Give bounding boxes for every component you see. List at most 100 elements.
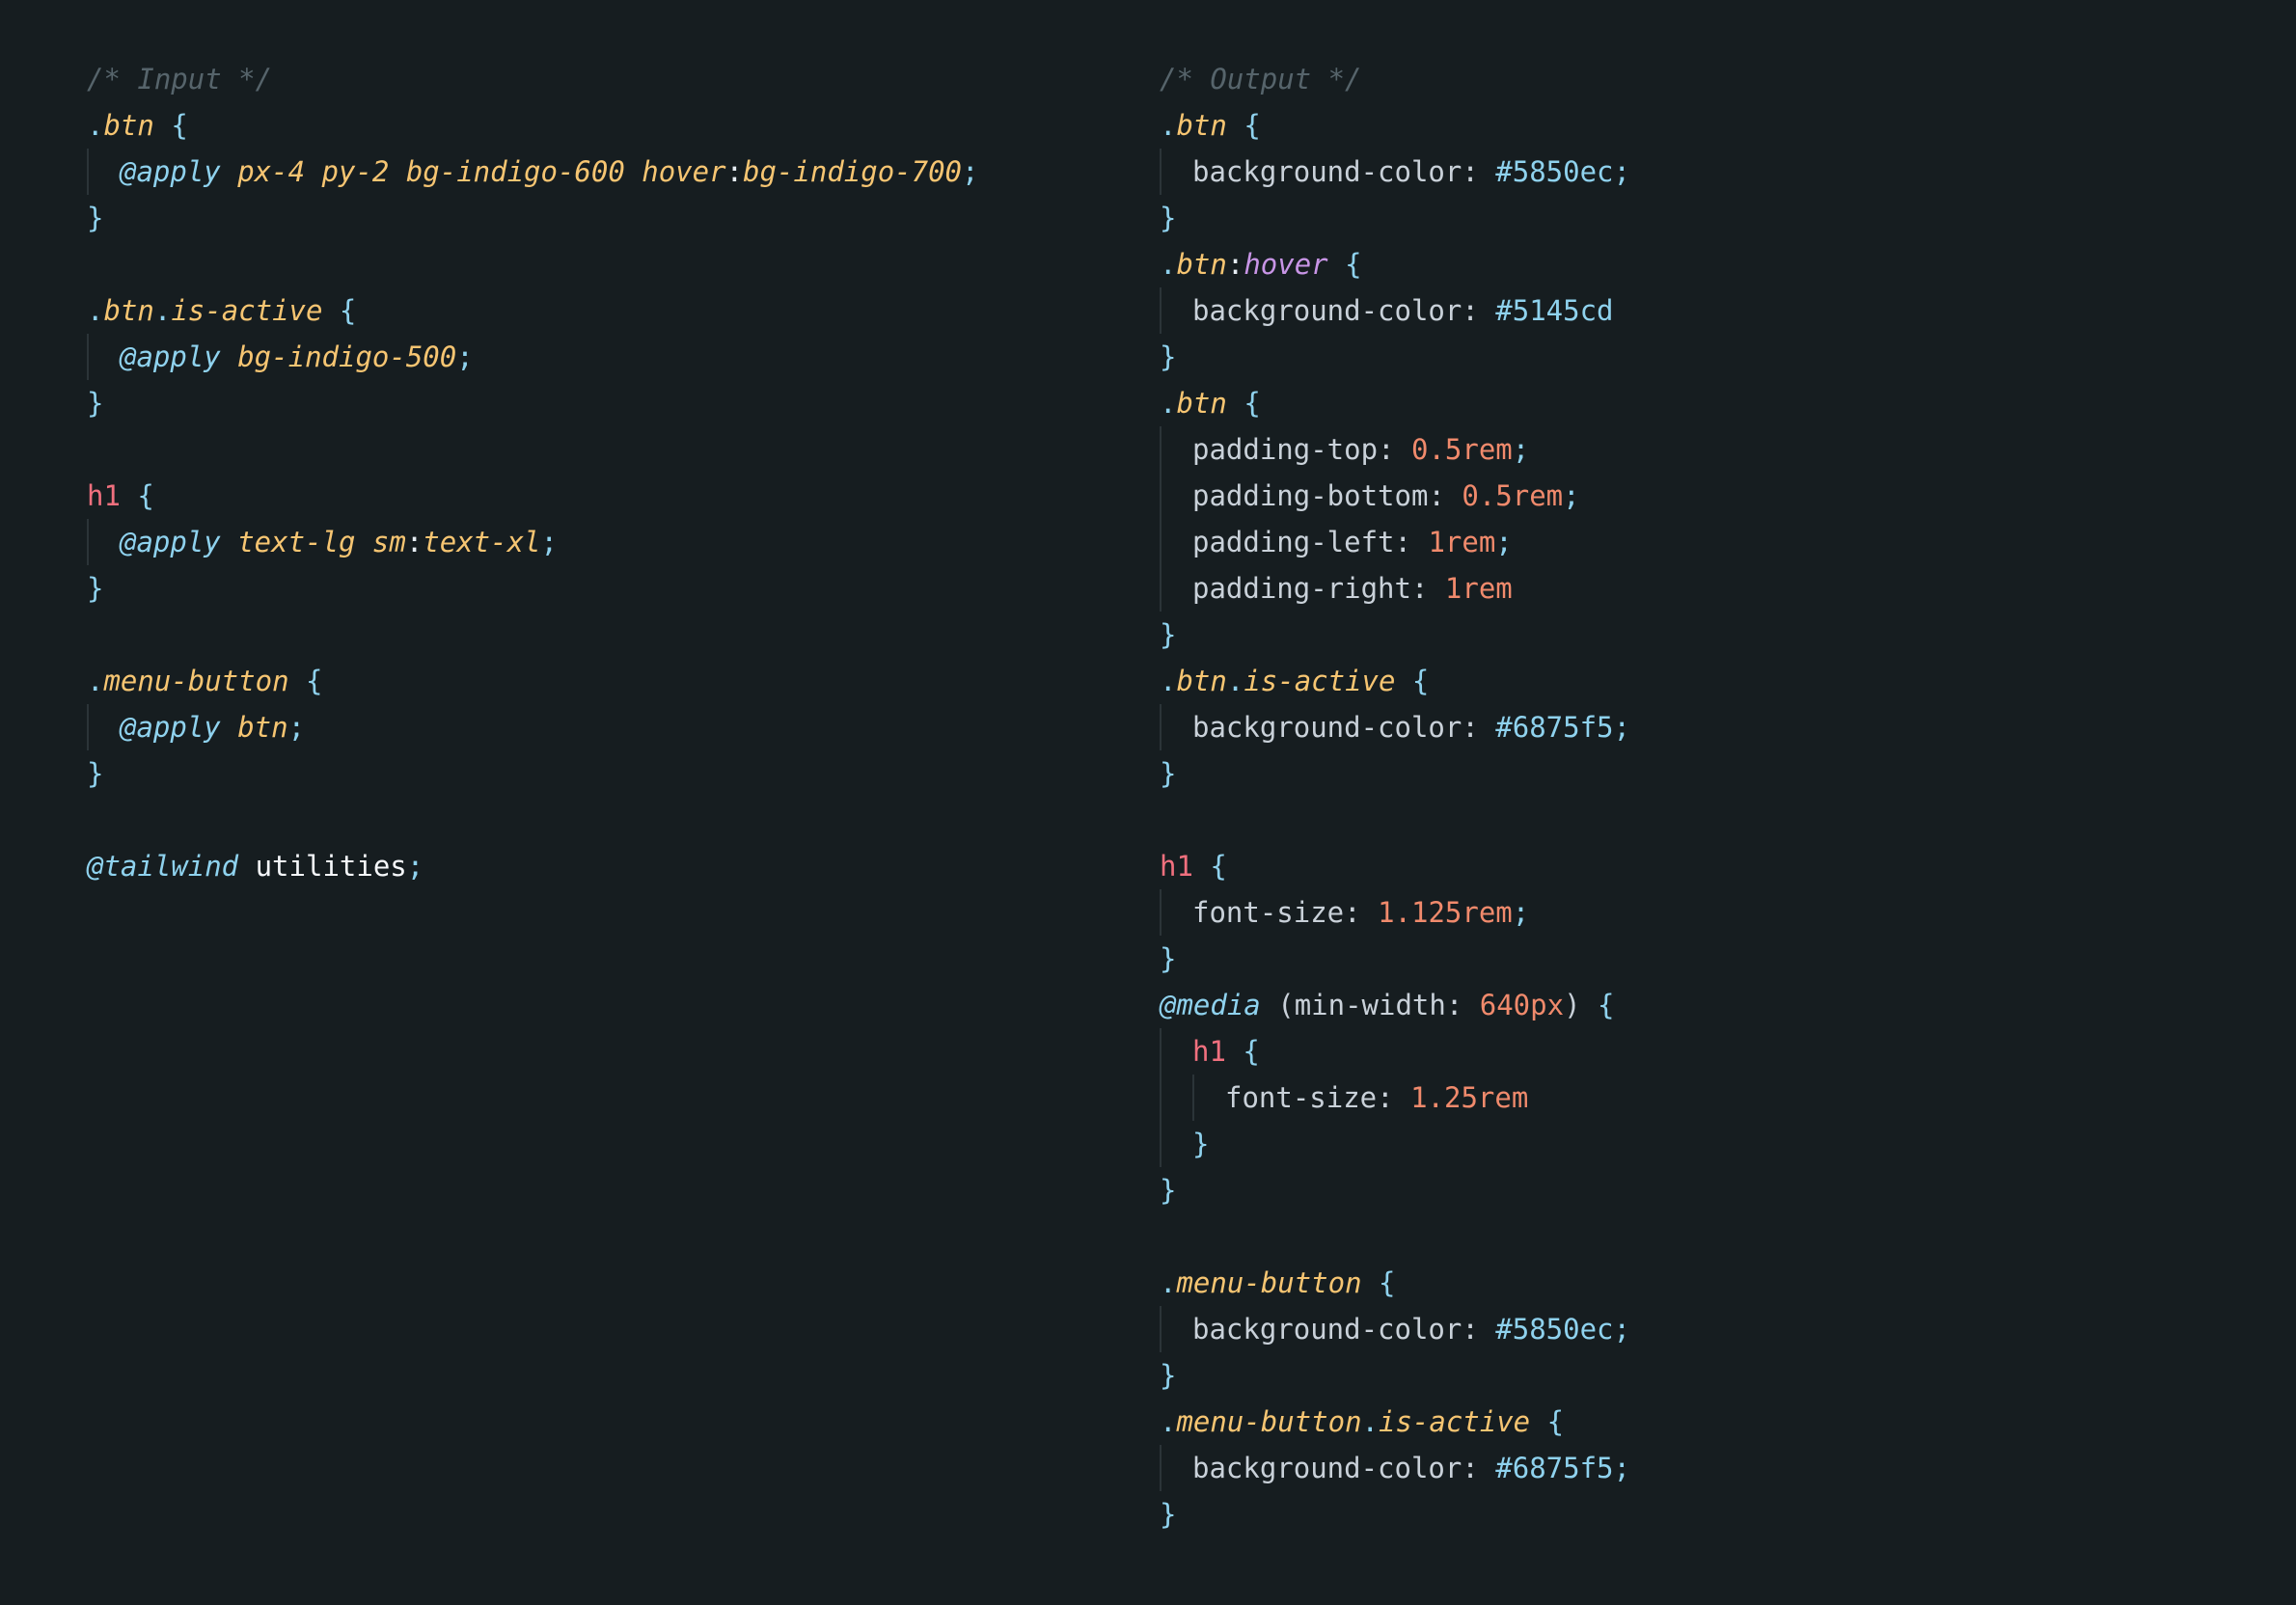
code-token: . xyxy=(153,294,172,327)
indent-guide xyxy=(1192,1075,1225,1121)
code-line: } xyxy=(1160,936,1630,982)
input-code-panel: /* Input */. btn {@apply px-4 py-2 bg-ind… xyxy=(87,56,978,889)
code-token: ( xyxy=(1260,989,1295,1021)
code-line: } xyxy=(87,750,978,797)
code-token: text-xl xyxy=(423,526,541,558)
code-token: . xyxy=(1160,387,1177,420)
code-token: is-active xyxy=(171,294,323,327)
code-line: } xyxy=(1160,1121,1630,1167)
code-token: : xyxy=(1377,1081,1411,1114)
code-line: } xyxy=(87,195,978,241)
code-token: . xyxy=(1160,1266,1177,1299)
code-token: /* Input */ xyxy=(87,63,273,95)
code-line: } xyxy=(87,380,978,426)
code-token: . xyxy=(87,665,104,697)
code-token: } xyxy=(1192,1128,1210,1160)
indent-guide xyxy=(1160,565,1192,612)
indent-guide xyxy=(1160,1445,1192,1491)
indent-guide xyxy=(87,149,120,195)
code-token: . xyxy=(1160,248,1177,281)
code-token: : xyxy=(1344,896,1379,929)
code-token: h1 xyxy=(1192,1035,1226,1068)
code-token: @tailwind xyxy=(87,850,239,883)
code-token: } xyxy=(1160,202,1177,234)
code-token: { xyxy=(1361,1266,1396,1299)
indent-guide xyxy=(87,334,120,380)
code-token: #6875f5 xyxy=(1495,1452,1614,1484)
code-line: . btn. is-active { xyxy=(1160,658,1630,704)
code-token: ; xyxy=(962,155,979,188)
code-token: : xyxy=(725,155,744,188)
code-line: background-color: #6875f5; xyxy=(1160,704,1630,750)
code-token: #5145cd xyxy=(1495,294,1614,327)
code-token: : xyxy=(1462,155,1496,188)
code-line: } xyxy=(1160,334,1630,380)
code-token: padding-top xyxy=(1192,433,1379,466)
code-line: } xyxy=(1160,1167,1630,1213)
code-line: background-color: #6875f5; xyxy=(1160,1445,1630,1491)
code-token: : xyxy=(1378,433,1411,466)
code-token: . xyxy=(1226,665,1244,697)
indent-guide xyxy=(1160,1306,1192,1352)
code-token: @apply xyxy=(120,155,221,188)
code-token: { xyxy=(1226,109,1261,142)
code-line: h1 { xyxy=(87,473,978,519)
code-token: : xyxy=(1462,1313,1496,1346)
code-token: 0.5rem xyxy=(1410,433,1513,466)
code-token: 640px xyxy=(1479,989,1565,1021)
code-token: bg-indigo-500 xyxy=(220,340,457,373)
code-token: ) xyxy=(1564,989,1581,1021)
code-token: } xyxy=(1160,757,1177,790)
code-token: @apply xyxy=(120,340,221,373)
code-token: 0.5rem xyxy=(1462,479,1564,512)
code-line: @apply bg-indigo-500; xyxy=(87,334,978,380)
code-token: . xyxy=(1160,665,1177,697)
code-token: padding-left xyxy=(1192,526,1395,558)
code-token: padding-right xyxy=(1192,572,1411,605)
indent-guide xyxy=(1160,473,1192,519)
code-line: h1 { xyxy=(1160,843,1630,889)
code-token: } xyxy=(1160,1498,1177,1531)
code-line: . menu-button { xyxy=(87,658,978,704)
indent-guide xyxy=(1160,1121,1192,1167)
code-token: 1rem xyxy=(1428,526,1496,558)
code-token: btn xyxy=(1176,387,1227,420)
code-token: } xyxy=(1160,340,1177,373)
code-line: . btn. is-active { xyxy=(87,287,978,334)
code-token: { xyxy=(1395,665,1430,697)
code-token: ; xyxy=(1613,1452,1630,1484)
code-token: btn xyxy=(220,711,288,744)
code-token: background-color xyxy=(1192,1452,1462,1484)
code-token: btn xyxy=(1176,109,1227,142)
code-line: . btn { xyxy=(87,102,978,149)
code-token: @media xyxy=(1160,989,1261,1021)
code-token: { xyxy=(1530,1405,1565,1438)
code-line: background-color: #5145cd xyxy=(1160,287,1630,334)
indent-guide xyxy=(1160,287,1192,334)
code-token: } xyxy=(1160,1174,1177,1207)
code-token: background-color xyxy=(1192,155,1462,188)
code-line: padding-left: 1rem; xyxy=(1160,519,1630,565)
code-token: @apply xyxy=(120,711,221,744)
code-line: font-size: 1.25rem xyxy=(1160,1075,1630,1121)
code-token: : xyxy=(405,526,424,558)
code-token: { xyxy=(1226,387,1261,420)
output-code-panel: /* Output */. btn {background-color: #585… xyxy=(1160,56,1630,1537)
code-line: } xyxy=(1160,750,1630,797)
code-token: btn xyxy=(1176,665,1227,697)
code-token: 1.125rem xyxy=(1378,896,1513,929)
code-line: } xyxy=(1160,195,1630,241)
code-token: ; xyxy=(1613,711,1630,744)
code-line: @media (min-width: 640px) { xyxy=(1160,982,1630,1028)
code-line: @apply btn; xyxy=(87,704,978,750)
code-line: font-size: 1.125rem; xyxy=(1160,889,1630,936)
code-token: : xyxy=(1410,572,1445,605)
code-token: ; xyxy=(540,526,558,558)
code-token: btn xyxy=(103,294,154,327)
code-line: } xyxy=(87,565,978,612)
code-token: : xyxy=(1462,294,1496,327)
